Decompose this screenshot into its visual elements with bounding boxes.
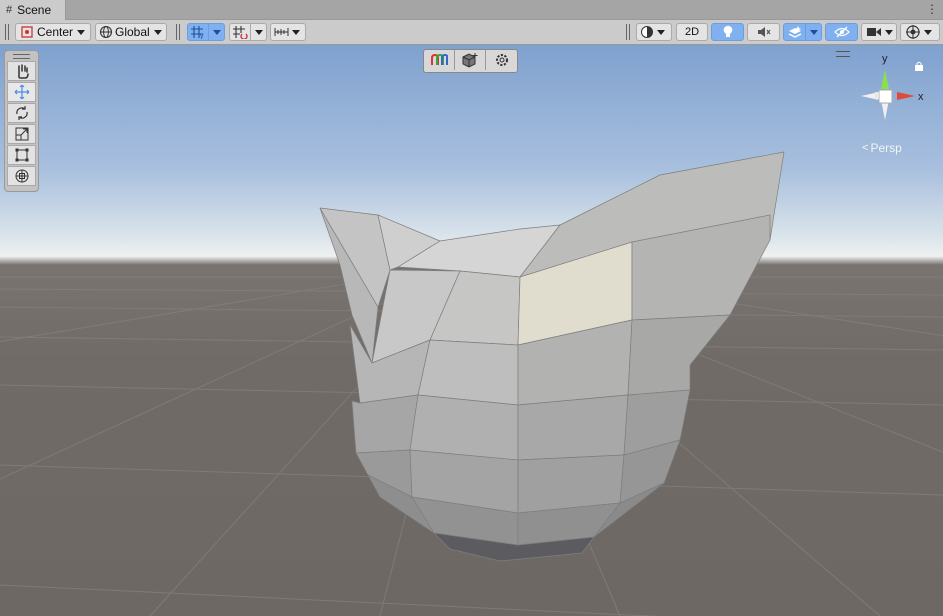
ruler-dropdown[interactable]	[270, 23, 306, 41]
effects-button[interactable]	[783, 23, 806, 41]
transform-icon	[15, 169, 28, 183]
ruler-icon	[274, 28, 289, 36]
grid-snap-dropdown[interactable]	[208, 23, 225, 41]
transform-tool[interactable]	[7, 166, 36, 186]
scene-viewport[interactable]: y x < Persp	[0, 45, 943, 616]
hand-icon	[17, 64, 29, 79]
toolbar-grip[interactable]	[176, 24, 180, 40]
audio-icon	[757, 27, 770, 37]
settings-button[interactable]	[486, 50, 517, 70]
chevron-down-icon	[292, 29, 300, 35]
toolbar-grip[interactable]	[5, 24, 9, 40]
tool-palette	[4, 50, 39, 192]
pivot-mode-label: Center	[37, 25, 74, 39]
scene-grid-icon: #	[6, 4, 13, 16]
audio-button[interactable]	[747, 23, 780, 41]
orientation-gizmo[interactable]	[848, 50, 928, 140]
chevron-down-icon	[212, 29, 221, 35]
rect-icon	[15, 148, 28, 162]
mesh-button[interactable]	[455, 50, 486, 70]
chevron-down-icon	[657, 29, 665, 35]
mode-2d-button[interactable]: 2D	[676, 23, 708, 41]
visibility-button[interactable]	[825, 23, 858, 41]
move-icon	[14, 84, 29, 100]
lighting-button[interactable]	[711, 23, 744, 41]
camera-icon	[867, 28, 881, 36]
tab-bar: # Scene ⋮	[0, 0, 943, 20]
color-channels-icon	[431, 53, 448, 65]
pivot-rotation-label: Global	[115, 25, 150, 39]
tab-scene-label: Scene	[17, 3, 52, 17]
projection-label: Persp	[870, 141, 902, 155]
tab-menu-icon[interactable]: ⋮	[926, 2, 938, 16]
grid-snap-icon: y	[191, 26, 204, 39]
tab-scene[interactable]: # Scene	[0, 0, 66, 20]
gizmos-icon	[906, 25, 920, 39]
pivot-rotation-dropdown[interactable]: Global	[95, 23, 167, 41]
scene-overlay-toolbar	[423, 49, 518, 73]
svg-text:y: y	[200, 33, 204, 39]
pivot-mode-dropdown[interactable]: Center	[15, 23, 91, 41]
chevron-down-icon	[809, 29, 818, 35]
increment-snap-icon	[233, 26, 248, 39]
settings-icon	[495, 54, 508, 66]
rect-tool[interactable]	[7, 145, 36, 165]
projection-toggle[interactable]: < Persp	[862, 141, 902, 155]
palette-grip[interactable]	[13, 54, 30, 59]
pivot-center-icon	[21, 26, 33, 38]
visibility-icon	[833, 26, 850, 38]
color-channels-button[interactable]	[424, 50, 455, 70]
increment-snap-button[interactable]	[229, 23, 251, 41]
gizmo-y-label: y	[882, 53, 888, 65]
toolbar-grip[interactable]	[626, 24, 630, 40]
rotate-icon	[15, 106, 28, 120]
grid-snap-button[interactable]: y	[187, 23, 209, 41]
mesh-object	[319, 151, 785, 562]
mesh-icon	[462, 53, 478, 68]
scene-toolbar: Center Global y 2D	[0, 20, 943, 45]
gizmo-x-label: x	[918, 91, 924, 103]
camera-dropdown[interactable]	[861, 23, 897, 41]
shading-mode-dropdown[interactable]	[636, 23, 672, 41]
move-tool[interactable]	[7, 82, 36, 102]
effects-dropdown[interactable]	[805, 23, 822, 41]
effects-icon	[788, 26, 801, 38]
chevron-down-icon	[924, 29, 932, 35]
chevron-down-icon	[254, 29, 263, 35]
hand-tool[interactable]	[7, 61, 36, 81]
chevron-down-icon	[153, 29, 162, 35]
increment-snap-dropdown[interactable]	[250, 23, 267, 41]
global-icon	[99, 25, 113, 39]
scene-render	[0, 151, 943, 616]
lighting-icon	[723, 25, 732, 37]
rotate-tool[interactable]	[7, 103, 36, 123]
persp-icon: <	[862, 142, 869, 154]
gizmos-dropdown[interactable]	[900, 23, 940, 41]
chevron-down-icon	[77, 29, 86, 35]
mode-2d-label: 2D	[684, 26, 700, 38]
scale-icon	[15, 127, 28, 141]
shading-mode-icon	[641, 26, 653, 38]
scale-tool[interactable]	[7, 124, 36, 144]
chevron-down-icon	[885, 29, 893, 35]
